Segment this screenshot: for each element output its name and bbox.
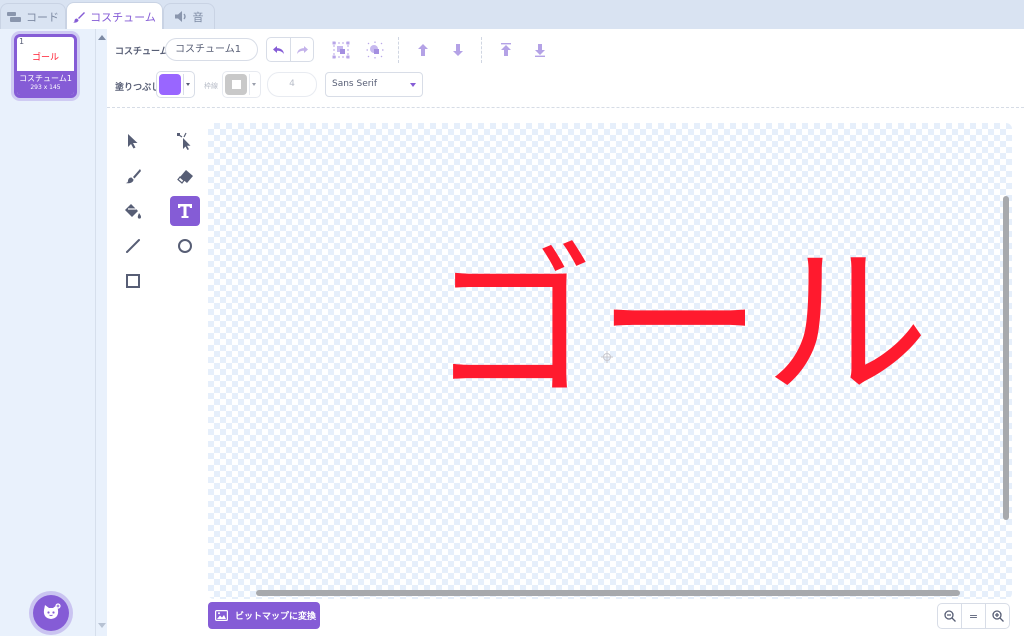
outline-width-input[interactable]: 4 bbox=[267, 72, 317, 97]
tab-bar: コード コスチューム 音 bbox=[0, 0, 1024, 30]
circle-tool[interactable] bbox=[170, 231, 200, 261]
paint-canvas[interactable]: ゴール bbox=[208, 123, 1012, 599]
backward-button[interactable] bbox=[447, 39, 469, 61]
tab-code-label: コード bbox=[26, 10, 59, 24]
canvas-vertical-scrollbar[interactable] bbox=[1003, 196, 1009, 520]
chevron-down-icon bbox=[249, 74, 258, 95]
send-to-back-icon bbox=[535, 44, 545, 57]
costume-item[interactable]: 1 ゴール コスチューム1 293 x 145 bbox=[14, 34, 77, 98]
eraser-tool[interactable] bbox=[170, 161, 200, 191]
canvas-horizontal-scrollbar[interactable] bbox=[256, 590, 960, 596]
forward-button[interactable] bbox=[412, 39, 434, 61]
paintbrush-icon bbox=[73, 11, 86, 23]
zoom-out-button[interactable] bbox=[938, 604, 961, 628]
canvas-text-object[interactable]: ゴール bbox=[430, 242, 931, 407]
costume-list-scrollbar[interactable] bbox=[95, 29, 107, 636]
image-icon bbox=[215, 610, 228, 621]
zoom-reset-label: = bbox=[968, 609, 979, 623]
ungroup-button[interactable] bbox=[364, 39, 386, 61]
add-costume-button[interactable] bbox=[33, 595, 69, 631]
redo-icon bbox=[297, 45, 308, 54]
font-select[interactable]: Sans Serif bbox=[325, 72, 423, 97]
line-tool[interactable] bbox=[118, 231, 148, 261]
group-icon bbox=[332, 41, 350, 59]
scroll-down-icon[interactable] bbox=[98, 623, 106, 628]
bring-to-front-icon bbox=[501, 43, 511, 56]
ungroup-icon bbox=[366, 41, 384, 59]
eraser-icon bbox=[176, 169, 193, 184]
paint-bucket-icon bbox=[125, 203, 141, 219]
outline-swatch bbox=[225, 74, 247, 95]
tab-sounds-label: 音 bbox=[192, 10, 204, 24]
chevron-down-icon bbox=[183, 74, 192, 95]
select-tool[interactable] bbox=[118, 126, 148, 156]
tab-costumes[interactable]: コスチューム bbox=[66, 2, 163, 30]
reshape-tool[interactable] bbox=[170, 126, 200, 156]
zoom-in-icon bbox=[991, 610, 1004, 622]
costume-size: 293 x 145 bbox=[30, 84, 61, 91]
costume-name-label: コスチューム bbox=[115, 47, 169, 57]
undo-icon bbox=[272, 45, 284, 54]
convert-to-bitmap-button[interactable]: ビットマップに変換 bbox=[208, 602, 320, 629]
redo-button[interactable] bbox=[290, 38, 313, 61]
tab-sounds[interactable]: 音 bbox=[163, 3, 215, 29]
outline-label: 枠線 bbox=[204, 82, 218, 90]
zoom-reset-button[interactable]: = bbox=[961, 604, 985, 628]
costume-thumbnail: ゴール bbox=[31, 52, 59, 63]
costume-name: コスチューム1 bbox=[19, 74, 72, 83]
zoom-out-icon bbox=[943, 610, 956, 622]
cat-face-icon bbox=[43, 603, 61, 619]
brush-icon bbox=[125, 169, 141, 184]
toolbar-divider bbox=[398, 37, 399, 63]
brush-tool[interactable] bbox=[118, 161, 148, 191]
speaker-icon bbox=[174, 11, 186, 22]
reshape-icon bbox=[177, 132, 191, 150]
undo-button[interactable] bbox=[267, 38, 290, 61]
fill-label: 塗りつぶし bbox=[115, 83, 161, 93]
editor-toolbar-style: 塗りつぶし 枠線 4 Sans Serif bbox=[107, 71, 1024, 99]
editor-toolbar-top: コスチューム コスチューム1 bbox=[107, 37, 1024, 63]
code-blocks-icon bbox=[7, 11, 21, 22]
rectangle-tool[interactable] bbox=[118, 266, 148, 296]
arrow-up-icon bbox=[418, 44, 428, 56]
tab-code[interactable]: コード bbox=[0, 3, 66, 29]
group-button[interactable] bbox=[330, 39, 352, 61]
fill-swatch bbox=[159, 74, 181, 95]
circle-icon bbox=[178, 239, 192, 253]
line-icon bbox=[126, 239, 140, 253]
cursor-icon bbox=[128, 134, 138, 149]
fill-tool[interactable] bbox=[118, 196, 148, 226]
text-icon bbox=[178, 204, 192, 218]
costume-center-icon bbox=[601, 351, 613, 363]
paint-editor: コスチューム コスチューム1 塗りつぶし 枠線 4 Sans Serif ゴール… bbox=[107, 29, 1024, 636]
rectangle-icon bbox=[126, 274, 140, 288]
back-button[interactable] bbox=[529, 39, 551, 61]
zoom-controls: = bbox=[937, 603, 1010, 629]
convert-to-bitmap-label: ビットマップに変換 bbox=[235, 612, 317, 622]
fill-color-picker[interactable] bbox=[156, 71, 195, 98]
zoom-in-button[interactable] bbox=[985, 604, 1009, 628]
outline-color-picker[interactable] bbox=[222, 71, 261, 98]
undo-redo-group bbox=[266, 37, 314, 62]
scroll-up-icon[interactable] bbox=[98, 35, 106, 40]
front-button[interactable] bbox=[495, 39, 517, 61]
costume-name-input[interactable]: コスチューム1 bbox=[165, 38, 258, 61]
costume-list: 1 ゴール コスチューム1 293 x 145 bbox=[0, 29, 95, 636]
toolbar-divider-line bbox=[107, 107, 1024, 108]
text-tool[interactable] bbox=[170, 196, 200, 226]
costume-info: コスチューム1 293 x 145 bbox=[17, 71, 74, 95]
tab-costumes-label: コスチューム bbox=[90, 10, 156, 24]
arrow-down-icon bbox=[453, 44, 463, 56]
toolbar-divider bbox=[481, 37, 482, 63]
